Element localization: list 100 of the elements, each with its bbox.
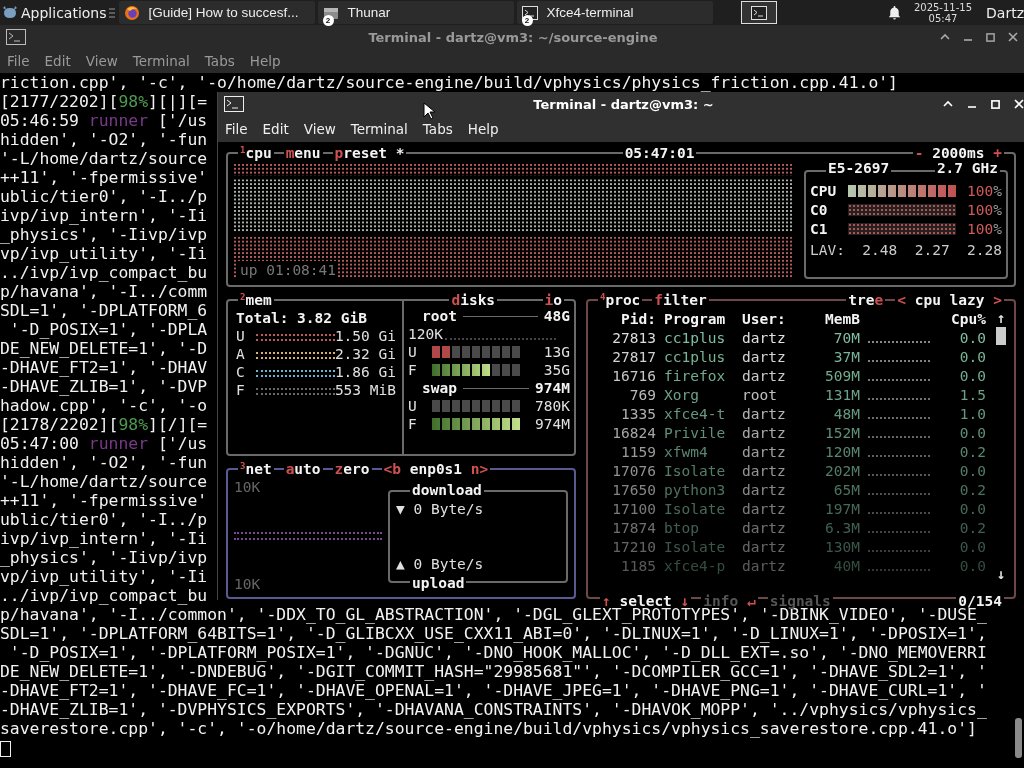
cpu-sparkline: [868, 509, 930, 514]
close-icon[interactable]: [1008, 32, 1018, 42]
task-button[interactable]: 2 Xfce4-terminal: [516, 1, 713, 24]
terminal-line: p/havana', '-I../comm: [0, 282, 208, 301]
cpu-sparkline: [868, 566, 930, 571]
table-cell-text: 16824: [611, 423, 656, 442]
browser-icon: [123, 4, 140, 21]
table-cell-text: 197M: [824, 499, 860, 518]
table-cell-text: 1.5: [958, 385, 986, 404]
menu-item[interactable]: Help: [249, 53, 281, 69]
panel-tab[interactable]: preset *: [332, 146, 407, 160]
task-button[interactable]: [Guide] How to succesf...: [118, 1, 315, 24]
column-header[interactable]: Cpu%: [938, 309, 986, 328]
disk-size: 48G: [543, 307, 570, 325]
panel-tab[interactable]: disks: [449, 293, 498, 307]
disk-name: root: [422, 307, 457, 325]
disk-label: F: [408, 415, 418, 433]
applications-menu-button[interactable]: Applications: [0, 0, 109, 25]
cpu-model: E5-2697: [826, 161, 892, 175]
menu-item[interactable]: View: [85, 53, 118, 69]
text-cursor: [0, 740, 11, 757]
sort-selector[interactable]: < cpu lazy >: [895, 293, 1004, 307]
menu-item[interactable]: Help: [467, 121, 499, 137]
panel-title[interactable]: $^{1}$cpu: [238, 146, 274, 160]
terminal-line: vp/ivp_utility', '-Ii: [0, 567, 208, 586]
cpu-sparkline: [868, 452, 930, 457]
upload-label: upload: [410, 574, 467, 592]
terminal-line: 05:47:00 runner ['/us: [0, 434, 208, 453]
scale-label: 10K: [234, 575, 261, 593]
terminal-line: riction.cpp', '-c', '-o/home/dartz/source-engine/build/vphysics/physics_friction.cpp.41.o']: [0, 73, 898, 92]
panel-tab[interactable]: io: [542, 293, 564, 307]
table-cell-text: 131M: [824, 385, 860, 404]
terminal-line: _physics', '-Iivp/ivp: [0, 225, 208, 244]
scroll-down-arrow[interactable]: ↓: [996, 565, 1006, 583]
menu-item[interactable]: File: [225, 121, 248, 137]
column-header[interactable]: Pid:: [602, 309, 656, 328]
panel-tab[interactable]: <b enp0s1 n>: [381, 462, 491, 476]
panel-tab[interactable]: tree: [846, 293, 886, 307]
table-cell-text: 0.0: [958, 499, 986, 518]
bell-icon[interactable]: [886, 5, 902, 20]
chevron-up-icon[interactable]: [943, 99, 953, 109]
footer-action[interactable]: ↑ select ↓: [600, 594, 692, 608]
menu-item[interactable]: Edit: [262, 121, 289, 137]
table-cell-text: 0.0: [958, 328, 986, 347]
table-cell-text: Isolate: [664, 461, 727, 480]
task-button[interactable]: 2 Thunar: [317, 1, 514, 24]
panel-title[interactable]: $^{3}$net: [238, 462, 274, 476]
menu-item[interactable]: File: [7, 53, 30, 69]
download-rate: ▼ 0 Byte/s: [396, 500, 485, 518]
update-interval[interactable]: - 2000ms +: [912, 146, 1004, 160]
menu-item[interactable]: Tabs: [204, 53, 235, 69]
table-cell-text: xfce4-p: [664, 556, 727, 575]
cpu-frequency: 2.7 GHz: [934, 161, 1000, 175]
disk-label: U: [408, 343, 418, 361]
table-cell-text: dartz: [742, 480, 787, 499]
memory-reading: 2.32 Gi: [334, 345, 396, 363]
menu-item[interactable]: Tabs: [422, 121, 453, 137]
panel-title[interactable]: $^{4}$proc: [598, 293, 643, 307]
scrollbar-thumb[interactable]: [996, 327, 1006, 345]
column-header[interactable]: Program: [664, 309, 734, 328]
table-cell-text: 37M: [832, 347, 860, 366]
terminal-line: '-L/home/dartz/source: [0, 149, 208, 168]
table-cell-text: Xorg: [664, 385, 700, 404]
column-header[interactable]: MemB: [810, 309, 860, 328]
menu-item[interactable]: Terminal: [132, 53, 190, 69]
process-count: 0/154: [956, 594, 1004, 608]
disk-reading: 974M: [534, 415, 570, 433]
chevron-up-icon[interactable]: [940, 32, 950, 42]
table-cell-text: 1185: [620, 556, 656, 575]
menu-item[interactable]: View: [303, 121, 336, 137]
disk-size: 974M: [535, 379, 570, 397]
table-cell-text: 1159: [620, 442, 656, 461]
memory-label: F: [236, 381, 246, 399]
meter-label: CPU: [810, 182, 838, 200]
table-cell-text: dartz: [742, 328, 787, 347]
terminal-line: vp/ivp_utility', '-Ii: [0, 244, 208, 263]
table-cell-text: 1335: [620, 404, 656, 423]
table-cell-text: 16716: [611, 366, 656, 385]
panel-tab[interactable]: auto: [283, 462, 323, 476]
menu-item[interactable]: Terminal: [350, 121, 408, 137]
cpu-sparkline: [868, 395, 930, 400]
terminal-line: ../ivp/ivp_compact_bu: [0, 263, 208, 282]
workspace-switcher[interactable]: [740, 1, 777, 24]
table-cell-text: 17874: [611, 518, 656, 537]
scrollbar-thumb[interactable]: [1015, 718, 1022, 758]
scroll-up-arrow[interactable]: ↑: [996, 309, 1006, 327]
panel-tab[interactable]: filter: [652, 293, 709, 307]
table-cell-text: dartz: [742, 404, 787, 423]
terminal-line: 05:46:59 runner ['/us: [0, 111, 208, 130]
column-header[interactable]: User:: [742, 309, 802, 328]
uptime-label: up 01:08:41: [238, 261, 339, 279]
table-cell-text: cc1plus: [664, 328, 727, 347]
panel-title[interactable]: $^{2}$mem: [238, 293, 274, 307]
table-cell-text: dartz: [742, 423, 787, 442]
menu-item[interactable]: Edit: [44, 53, 71, 69]
maximize-icon[interactable]: [986, 32, 995, 42]
user-name[interactable]: Dartz: [986, 4, 1024, 21]
table-cell-text: 0.0: [958, 461, 986, 480]
clock-time: 05:47:01: [622, 146, 697, 160]
terminal-line: ivp/ivp_intern', '-Ii: [0, 206, 208, 225]
